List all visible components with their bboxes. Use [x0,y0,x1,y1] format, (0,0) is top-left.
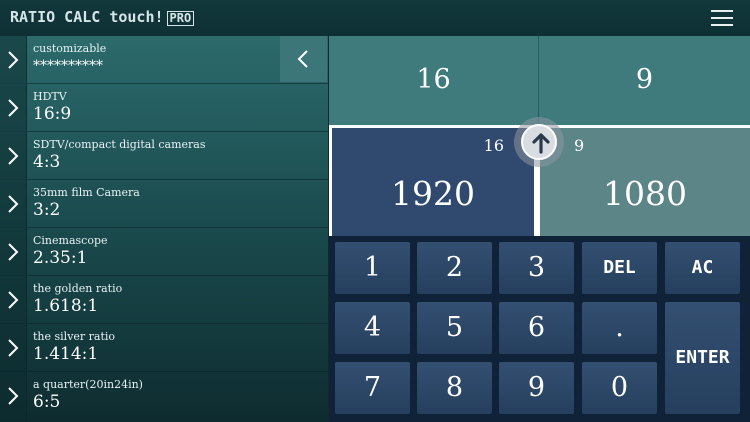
preset-ratio: 1.618:1 [33,296,99,316]
hamburger-menu-icon[interactable] [711,8,735,28]
preset-item-golden-ratio[interactable]: the golden ratio 1.618:1 [0,276,328,324]
collapse-sidebar-button[interactable] [280,36,327,82]
preset-item-cinemascope[interactable]: Cinemascope 2.35:1 [0,228,328,276]
chevron-right-icon [0,276,27,323]
preset-ratio: 3:2 [33,200,61,220]
preset-name: the silver ratio [33,330,116,343]
preset-name: the golden ratio [33,282,123,295]
preset-ratio: 2.35:1 [33,248,88,268]
swap-button-face [521,124,557,160]
preset-item-silver-ratio[interactable]: the silver ratio 1.414:1 [0,324,328,372]
preset-ratio: 16:9 [33,104,72,124]
chevron-left-icon [297,50,308,68]
chevron-right-icon [0,84,27,131]
preset-name: SDTV/compact digital cameras [33,138,206,151]
preset-item-sdtv[interactable]: SDTV/compact digital cameras 4:3 [0,132,328,180]
key-9[interactable]: 9 [499,362,574,414]
chevron-right-icon [0,372,27,422]
key-1[interactable]: 1 [335,242,410,294]
ratio-right-field[interactable]: 9 [539,36,750,125]
value-right-field[interactable]: 9 1080 [537,125,750,236]
key-3[interactable]: 3 [499,242,574,294]
preset-name: HDTV [33,90,67,103]
ratio-left-value: 16 [416,64,451,95]
key-5[interactable]: 5 [417,302,492,354]
preset-item-customizable[interactable]: customizable ********** [0,36,328,84]
preset-name: a quarter(20in24in) [33,378,143,391]
preset-sidebar: customizable ********** HDTV 16:9 SDTV/c… [0,36,328,422]
enter-button[interactable]: ENTER [665,302,740,414]
pro-badge: PRO [166,11,195,26]
key-2[interactable]: 2 [417,242,492,294]
ratio-left-field[interactable]: 16 [329,36,539,125]
preset-item-35mm[interactable]: 35mm film Camera 3:2 [0,180,328,228]
chevron-right-icon [0,132,27,179]
preset-ratio: ********** [33,58,103,74]
keypad: 1 2 3 DEL AC 4 5 6 . 7 8 9 0 ENTER [329,236,750,422]
all-clear-button[interactable]: AC [665,242,740,294]
preset-item-quarter[interactable]: a quarter(20in24in) 6:5 [0,372,328,422]
arrow-up-icon [532,133,550,154]
ratio-right-value: 9 [635,64,654,95]
app-title: RATIO CALC touch! PRO [10,8,195,26]
preset-name: customizable [33,42,107,55]
chevron-right-icon [0,180,27,227]
preset-name: Cinemascope [33,234,108,247]
preset-name: 35mm film Camera [33,186,140,199]
key-4[interactable]: 4 [335,302,410,354]
value-right-number: 1080 [603,174,687,213]
app-header: RATIO CALC touch! PRO [0,0,750,36]
preset-ratio: 1.414:1 [33,344,99,364]
key-0[interactable]: 0 [582,362,657,414]
app-title-text: RATIO CALC touch! [10,8,164,26]
value-right-ratio: 9 [574,136,585,155]
key-7[interactable]: 7 [335,362,410,414]
preset-ratio: 4:3 [33,152,61,172]
value-left-ratio: 16 [483,136,504,155]
key-6[interactable]: 6 [499,302,574,354]
preset-ratio: 6:5 [33,392,61,412]
delete-button[interactable]: DEL [582,242,657,294]
value-left-field[interactable]: 16 1920 [329,125,537,236]
chevron-right-icon [0,228,27,275]
key-8[interactable]: 8 [417,362,492,414]
value-left-number: 1920 [391,174,475,213]
key-decimal[interactable]: . [582,302,657,354]
chevron-right-icon [0,36,27,83]
chevron-right-icon [0,324,27,371]
swap-direction-button[interactable] [514,117,564,167]
preset-item-hdtv[interactable]: HDTV 16:9 [0,84,328,132]
